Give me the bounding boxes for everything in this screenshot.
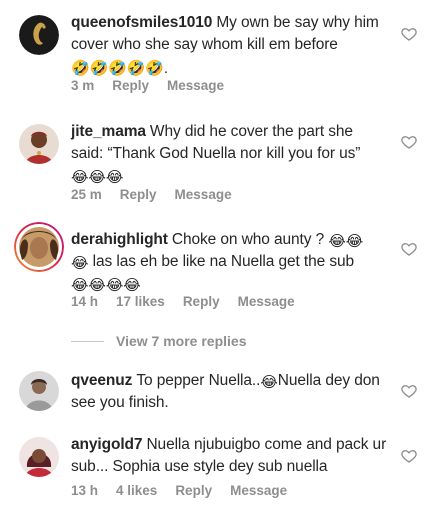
comment-time: 14 h	[71, 294, 99, 309]
reply-button[interactable]: Reply	[112, 78, 149, 93]
emoji-group: 😂😂	[328, 233, 364, 250]
comment-text: derahighlight Choke on who aunty ? 😂😂 😂 l…	[71, 229, 389, 295]
comment-meta: 13 h 4 likes Reply Message	[71, 483, 305, 498]
comment-time: 3 m	[71, 78, 95, 93]
avatar[interactable]	[19, 371, 59, 411]
like-heart-button[interactable]	[401, 448, 417, 464]
emoji-group: 😂😂😂	[71, 169, 124, 186]
message-button[interactable]: Message	[175, 187, 232, 202]
reply-button[interactable]: Reply	[120, 187, 157, 202]
like-heart-button[interactable]	[401, 383, 417, 399]
comment-meta: 25 m Reply Message	[71, 187, 250, 202]
likes-count[interactable]: 17 likes	[116, 294, 165, 309]
like-heart-button[interactable]	[401, 26, 417, 42]
view-more-replies-button[interactable]: View 7 more replies	[71, 330, 246, 352]
comment-text: jite_mama Why did he cover the part she s…	[71, 121, 389, 187]
comment-text: anyigold7 Nuella njubuigbo come and pack …	[71, 434, 389, 478]
message-button[interactable]: Message	[167, 78, 224, 93]
heart-icon	[401, 136, 417, 149]
avatar-story-ring[interactable]	[14, 222, 64, 272]
comment-username[interactable]: jite_mama	[71, 123, 146, 140]
heart-icon	[401, 450, 417, 463]
comment-body: Choke on who aunty ?	[171, 231, 325, 248]
comment-username[interactable]: queenofsmiles1010	[71, 14, 212, 31]
like-heart-button[interactable]	[401, 134, 417, 150]
message-button[interactable]: Message	[238, 294, 295, 309]
comment-username[interactable]: derahighlight	[71, 231, 168, 248]
emoji-group: 😂	[71, 255, 89, 272]
emoji-group: 🤣🤣🤣🤣🤣.	[71, 60, 168, 77]
avatar[interactable]	[19, 15, 59, 55]
avatar[interactable]	[19, 124, 59, 164]
comment-meta: 14 h 17 likes Reply Message	[71, 294, 313, 309]
reply-button[interactable]: Reply	[175, 483, 212, 498]
emoji-group: 😂😂😂😂	[71, 277, 141, 294]
heart-icon	[401, 243, 417, 256]
heart-icon	[401, 385, 417, 398]
avatar[interactable]	[19, 437, 59, 477]
heart-icon	[401, 28, 417, 41]
comment-time: 25 m	[71, 187, 102, 202]
comment-body: las las eh be like na Nuella get the sub	[92, 253, 355, 270]
comment-meta: 3 m Reply Message	[71, 78, 242, 93]
likes-count[interactable]: 4 likes	[116, 483, 157, 498]
comment-time: 13 h	[71, 483, 99, 498]
comment-username[interactable]: qveenuz	[71, 372, 132, 389]
comment-text: qveenuz To pepper Nuella..😂Nuella dey don…	[71, 370, 389, 414]
like-heart-button[interactable]	[401, 241, 417, 257]
view-more-replies-label: View 7 more replies	[116, 333, 247, 349]
comment-username[interactable]: anyigold7	[71, 436, 143, 453]
reply-button[interactable]: Reply	[183, 294, 220, 309]
comment-text: queenofsmiles1010 My own be say why him c…	[71, 12, 389, 78]
comment-body: To pepper Nuella..	[136, 372, 261, 389]
emoji-group: 😂	[260, 374, 278, 391]
divider-line	[71, 340, 104, 342]
message-button[interactable]: Message	[230, 483, 287, 498]
